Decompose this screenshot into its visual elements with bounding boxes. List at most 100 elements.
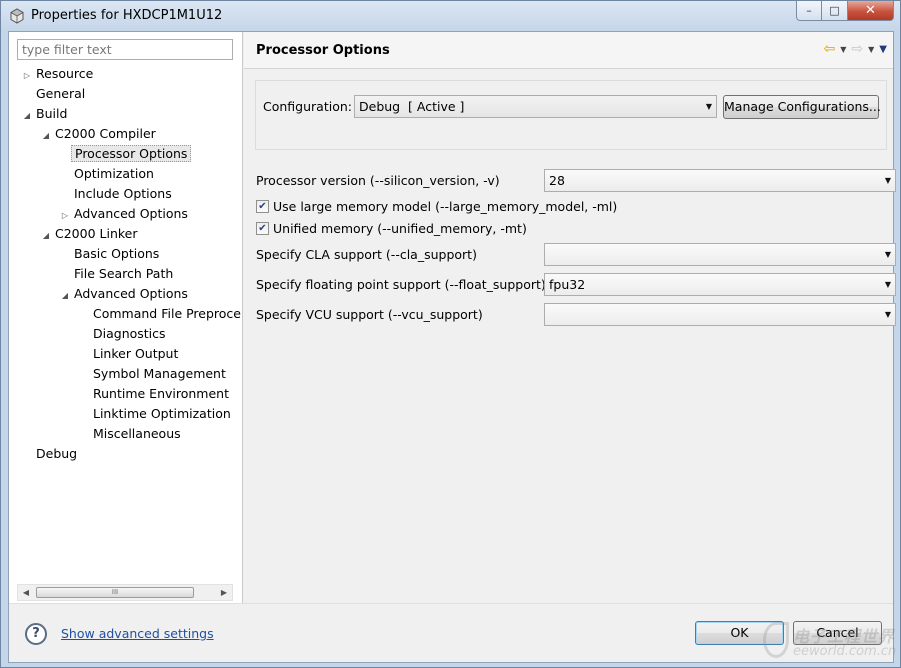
button-bar: ? Show advanced settings OK Cancel	[9, 603, 893, 662]
cla-support-label: Specify CLA support (--cla_support)	[256, 247, 477, 262]
expand-icon[interactable]: ▷	[59, 206, 71, 226]
configuration-label: Configuration:	[263, 99, 352, 114]
large-memory-checkbox[interactable]: ✔	[256, 200, 269, 213]
forward-dropdown-icon[interactable]: ▼	[868, 45, 874, 54]
maximize-icon: □	[829, 4, 840, 17]
tree-item[interactable]: ◢ C2000 Compiler	[40, 124, 159, 144]
float-support-label: Specify floating point support (--float_…	[256, 277, 546, 292]
watermark: 电子工程世界 eeworld.com.cn	[763, 620, 898, 665]
tree-item-label: General	[36, 86, 86, 101]
chevron-down-icon: ▼	[705, 102, 712, 111]
forward-arrow-icon[interactable]: ⇨	[851, 41, 863, 57]
properties-window: Properties for HXDCP1M1U12 – □ ✕ ▷Resour…	[0, 0, 901, 668]
tree-item[interactable]: Include Options	[59, 184, 175, 204]
minimize-icon: –	[806, 4, 812, 17]
unified-memory-label: Unified memory (--unified_memory, -mt)	[273, 221, 527, 236]
collapse-icon[interactable]: ◢	[40, 226, 52, 246]
tree-item-label: Resource	[36, 66, 94, 81]
watermark-logo-icon	[763, 622, 789, 658]
app-icon	[10, 8, 24, 24]
tree-item[interactable]: Command File Preproce	[78, 304, 243, 324]
processor-version-select[interactable]: 28 ▼	[544, 169, 896, 192]
maximize-button[interactable]: □	[822, 1, 848, 21]
tree-item[interactable]: Debug	[21, 444, 80, 464]
collapse-icon[interactable]: ◢	[59, 286, 71, 306]
history-nav: ⇦ ▼ ⇨ ▼ ▼	[824, 41, 887, 57]
close-icon: ✕	[865, 3, 876, 18]
tree-item[interactable]: ▷ Resource	[21, 64, 96, 84]
show-advanced-settings-link[interactable]: Show advanced settings	[61, 626, 214, 641]
expand-icon[interactable]: ▷	[21, 66, 33, 86]
tree-item-label: C2000 Linker	[55, 226, 138, 241]
property-tree: ▷ Resource General ◢ Build ◢ C2000 Compiler Pro…	[9, 64, 243, 584]
tree-item[interactable]: Miscellaneous	[78, 424, 184, 444]
back-arrow-icon[interactable]: ⇦	[824, 41, 836, 57]
tree-item-label: Optimization	[74, 166, 154, 181]
tree-item-label: Advanced Options	[74, 286, 188, 301]
tree-item[interactable]: File Search Path	[59, 264, 176, 284]
vcu-support-label: Specify VCU support (--vcu_support)	[256, 307, 483, 322]
unified-memory-option[interactable]: ✔ Unified memory (--unified_memory, -mt)	[256, 221, 527, 236]
tree-item[interactable]: General	[21, 84, 88, 104]
tree-item[interactable]: Linktime Optimization	[78, 404, 234, 424]
view-menu-icon[interactable]: ▼	[879, 44, 887, 55]
tree-item-label: Advanced Options	[74, 206, 188, 221]
page-title: Processor Options	[256, 43, 390, 58]
filter-input[interactable]	[17, 39, 233, 60]
large-memory-option[interactable]: ✔ Use large memory model (--large_memory…	[256, 199, 617, 214]
processor-version-label: Processor version (--silicon_version, -v…	[256, 173, 500, 188]
float-support-value: fpu32	[549, 277, 586, 292]
chevron-down-icon: ▼	[884, 280, 891, 289]
float-support-select[interactable]: fpu32 ▼	[544, 273, 896, 296]
tree-item[interactable]: ◢ C2000 Linker	[40, 224, 141, 244]
page-header: Processor Options ⇦ ▼ ⇨ ▼ ▼	[244, 32, 893, 69]
tree-item[interactable]: ◢ Advanced Options	[59, 284, 191, 304]
collapse-icon[interactable]: ◢	[21, 106, 33, 126]
horizontal-scrollbar[interactable]: ◀ III ▶	[17, 584, 233, 601]
vcu-support-select[interactable]: ▼	[544, 303, 896, 326]
configuration-select[interactable]: Debug [ Active ] ▼	[354, 95, 717, 118]
cla-support-select[interactable]: ▼	[544, 243, 896, 266]
tree-item[interactable]: Optimization	[59, 164, 157, 184]
back-dropdown-icon[interactable]: ▼	[840, 45, 846, 54]
tree-item-label: Command File Preproce	[93, 306, 241, 321]
tree-item-label: C2000 Compiler	[55, 126, 156, 141]
title-bar[interactable]: Properties for HXDCP1M1U12 – □ ✕	[1, 1, 900, 31]
tree-item-label: Miscellaneous	[93, 426, 181, 441]
configuration-value: Debug [ Active ]	[359, 99, 465, 114]
tree-item-label: Runtime Environment	[93, 386, 229, 401]
watermark-url: eeworld.com.cn	[793, 644, 897, 659]
tree-item-label: Processor Options	[71, 145, 192, 162]
tree-item-label: Linktime Optimization	[93, 406, 231, 421]
tree-item-label: Debug	[36, 446, 78, 461]
window-controls: – □ ✕	[796, 1, 894, 21]
scrollbar-thumb[interactable]: III	[36, 587, 194, 598]
chevron-down-icon: ▼	[884, 310, 891, 319]
tree-item[interactable]: Runtime Environment	[78, 384, 232, 404]
close-button[interactable]: ✕	[848, 1, 894, 21]
tree-item-label: File Search Path	[74, 266, 174, 281]
dialog-client-area: ▷ResourceGeneral◢Build◢C2000 CompilerPro…	[8, 31, 896, 663]
tree-item[interactable]: Processor Options	[59, 144, 192, 164]
tree-item-label: Diagnostics	[93, 326, 166, 341]
tree-item[interactable]: Symbol Management	[78, 364, 229, 384]
chevron-down-icon: ▼	[884, 176, 891, 185]
chevron-down-icon: ▼	[884, 250, 891, 259]
tree-item[interactable]: ◢ Build	[21, 104, 70, 124]
window-title: Properties for HXDCP1M1U12	[31, 8, 223, 23]
tree-item[interactable]: Linker Output	[78, 344, 181, 364]
large-memory-label: Use large memory model (--large_memory_m…	[273, 199, 618, 214]
unified-memory-checkbox[interactable]: ✔	[256, 222, 269, 235]
tree-item[interactable]: Basic Options	[59, 244, 162, 264]
tree-item-label: Include Options	[74, 186, 172, 201]
tree-item[interactable]: ▷ Advanced Options	[59, 204, 191, 224]
configuration-group: Configuration: Debug [ Active ] ▼ Manage…	[255, 80, 887, 150]
help-icon[interactable]: ?	[25, 623, 47, 645]
minimize-button[interactable]: –	[796, 1, 822, 21]
collapse-icon[interactable]: ◢	[40, 126, 52, 146]
scroll-left-icon[interactable]: ◀	[18, 585, 34, 600]
manage-configurations-button[interactable]: Manage Configurations...	[723, 95, 881, 119]
scroll-right-icon[interactable]: ▶	[216, 585, 232, 600]
tree-item[interactable]: Diagnostics	[78, 324, 169, 344]
tree-item-label: Symbol Management	[93, 366, 226, 381]
